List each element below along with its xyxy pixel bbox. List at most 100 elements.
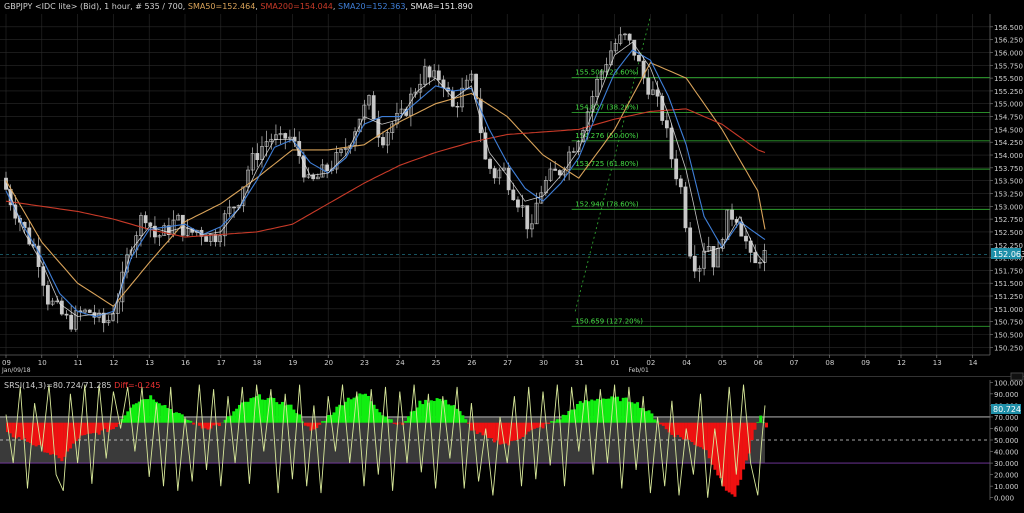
rsi-histogram-bar [275, 402, 278, 423]
time-tick-label: 09 [2, 359, 11, 367]
rsi-histogram-bar [123, 415, 126, 422]
time-tick-label: 13 [933, 359, 942, 367]
price-tick-label: 151.250 [994, 293, 1023, 301]
rsi-histogram-bar [290, 405, 293, 423]
time-tick-label: 25 [432, 359, 441, 367]
chart-canvas[interactable]: 155.509 (23.60%)154.827 (38.20%)154.276 … [0, 0, 1024, 509]
time-tick-label: 18 [253, 359, 262, 367]
rsi-histogram-bar [725, 423, 728, 491]
rsi-histogram-bar [218, 423, 221, 426]
fib-level-label: 150.659 (127.20%) [575, 317, 643, 325]
rsi-histogram-bar [436, 398, 439, 423]
rsi-histogram-bar [670, 423, 673, 435]
rsi-tick-label: 0.000 [994, 495, 1014, 503]
rsi-histogram-bar [487, 423, 490, 438]
current-rsi-label: 80.724 [993, 405, 1021, 414]
rsi-histogram-bar [204, 423, 207, 429]
rsi-tick-label: 40.000 [994, 449, 1019, 457]
rsi-histogram-bar [562, 415, 565, 423]
rsi-histogram-bar [590, 400, 593, 423]
time-tick-label: 26 [467, 359, 476, 367]
time-tick-label: 27 [503, 359, 512, 367]
rsi-histogram-bar [665, 423, 668, 429]
rsi-tick-label: 10.000 [994, 483, 1019, 491]
rsi-tick-label: 50.000 [994, 437, 1019, 445]
rsi-histogram-bar [513, 423, 516, 441]
rsi-histogram-bar [378, 412, 381, 422]
rsi-tick-label: 30.000 [994, 460, 1019, 468]
rsi-histogram-bar [533, 423, 536, 429]
rsi-histogram-bar [98, 423, 101, 435]
rsi-histogram-bar [69, 423, 72, 449]
time-tick-label: 16 [181, 359, 190, 367]
rsi-tick-label: 70.000 [994, 414, 1019, 422]
time-tick-label: 01 [611, 359, 620, 367]
rsi-histogram-bar [361, 394, 364, 422]
rsi-histogram-bar [364, 394, 367, 423]
rsi-histogram-bar [181, 414, 184, 422]
price-tick-label: 153.250 [994, 190, 1023, 198]
price-tick-label: 151.000 [994, 306, 1023, 314]
sma8-label: SMA8=151.890 [411, 2, 473, 11]
rsi-histogram-bar [49, 423, 52, 455]
rsi-histogram-bar [206, 423, 209, 430]
rsi-histogram-bar [264, 400, 267, 423]
candle [684, 182, 687, 232]
rsi-histogram-bar [619, 401, 622, 423]
time-tick-label: 12 [897, 359, 906, 367]
rsi-histogram-bar [112, 423, 115, 429]
rsi-histogram-bar [742, 423, 745, 470]
rsi-histogram-bar [754, 423, 757, 430]
rsi-histogram-bar [407, 416, 410, 422]
instrument-label: GBPJPY <IDC lite> (Bid), 1 hour, # 535 /… [4, 2, 188, 11]
rsi-histogram-bar [60, 423, 63, 461]
price-tick-label: 155.250 [994, 88, 1023, 96]
sma20-label: SMA20=152.363 [338, 2, 405, 11]
rsi-histogram-bar [186, 420, 189, 423]
rsi-histogram-bar [350, 399, 353, 422]
time-tick-label: 10 [38, 359, 47, 367]
rsi-histogram-bar [493, 423, 496, 443]
rsi-histogram-bar [636, 402, 639, 422]
rsi-histogram-bar [679, 423, 682, 438]
rsi-histogram-bar [659, 423, 662, 425]
rsi-histogram-bar [146, 399, 149, 423]
rsi-histogram-bar [249, 398, 252, 423]
price-tick-label: 151.750 [994, 267, 1023, 275]
price-tick-label: 154.000 [994, 152, 1023, 160]
rsi-histogram-bar [332, 412, 335, 422]
price-tick-label: 156.000 [994, 49, 1023, 57]
time-tick-label: 04 [682, 359, 691, 367]
rsi-histogram-bar [421, 404, 424, 423]
rsi-histogram-bar [470, 423, 473, 431]
rsi-histogram-bar [35, 423, 38, 447]
fib-level-label: 154.827 (38.20%) [575, 104, 639, 112]
rsi-tick-label: 90.000 [994, 391, 1019, 399]
rsi-panel-scroll[interactable] [1011, 373, 1023, 380]
rsi-histogram-bar [17, 423, 20, 437]
rsi-histogram-bar [622, 398, 625, 423]
price-tick-label: 153.000 [994, 203, 1023, 211]
srsi-diff-label: Diff=-0.245 [114, 381, 160, 390]
rsi-histogram-bar [607, 399, 610, 423]
rsi-histogram-bar [676, 423, 679, 435]
rsi-histogram-bar [404, 421, 407, 423]
rsi-histogram-bar [593, 401, 596, 423]
price-tick-label: 154.750 [994, 114, 1023, 122]
price-tick-label: 154.500 [994, 126, 1023, 134]
rsi-histogram-bar [46, 423, 49, 453]
rsi-histogram-bar [335, 407, 338, 423]
rsi-histogram-bar [648, 410, 651, 422]
rsi-histogram-bar [132, 404, 135, 422]
rsi-histogram-bar [699, 423, 702, 448]
rsi-histogram-bar [550, 421, 553, 423]
rsi-histogram-bar [447, 404, 450, 422]
rsi-histogram-bar [570, 410, 573, 423]
trading-chart[interactable]: 155.509 (23.60%)154.827 (38.20%)154.276 … [0, 0, 1024, 509]
rsi-histogram-bar [9, 423, 12, 434]
rsi-histogram-bar [375, 409, 378, 423]
rsi-histogram-bar [433, 401, 436, 423]
rsi-histogram-bar [135, 403, 138, 422]
rsi-histogram-bar [83, 423, 86, 435]
rsi-histogram-bar [58, 423, 61, 458]
